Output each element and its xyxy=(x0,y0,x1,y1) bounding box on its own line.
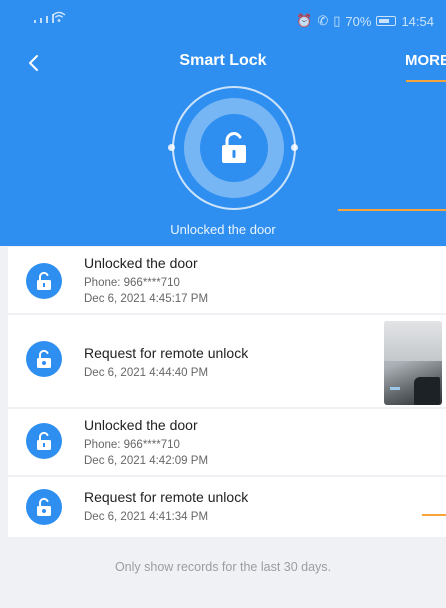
wifi-icon xyxy=(52,11,66,26)
signal-icon xyxy=(34,14,54,23)
visitor-photo-thumbnail[interactable] xyxy=(384,321,442,405)
ring-dot-left xyxy=(168,144,175,151)
call-icon: ✆ xyxy=(317,13,329,28)
header: ⏰ ✆ ▯ 70% 14:54 Smart Lock MORE Unlocked… xyxy=(0,0,446,246)
ring-dot-right xyxy=(291,144,298,151)
lock-button[interactable] xyxy=(200,114,268,182)
more-underline xyxy=(406,80,446,82)
alarm-icon: ⏰ xyxy=(296,13,313,28)
vibrate-icon: ▯ xyxy=(333,13,341,28)
record-title: Unlocked the door xyxy=(84,255,198,271)
record-time: Dec 6, 2021 4:42:09 PM xyxy=(84,455,209,467)
unlocked-padlock-icon xyxy=(26,423,62,459)
unlocked-padlock-icon xyxy=(222,132,246,163)
accent-line xyxy=(338,209,446,211)
remote-unlock-icon xyxy=(26,341,62,377)
page-gutter xyxy=(0,246,8,608)
record-phone: Phone: 966****710 xyxy=(84,439,180,451)
more-button[interactable]: MORE xyxy=(405,52,446,69)
page-title: Smart Lock xyxy=(179,52,267,69)
record-title: Request for remote unlock xyxy=(84,489,249,505)
record-title: Unlocked the door xyxy=(84,417,198,433)
record-row[interactable]: Request for remote unlock Dec 6, 2021 4:… xyxy=(8,315,446,407)
lock-status-text: Unlocked the door xyxy=(170,222,276,237)
record-row[interactable]: Unlocked the door Phone: 966****710 Dec … xyxy=(8,247,446,313)
records-retention-note: Only show records for the last 30 days. xyxy=(114,560,332,574)
battery-icon xyxy=(376,16,397,26)
record-title: Request for remote unlock xyxy=(84,345,249,361)
record-time: Dec 6, 2021 4:44:40 PM xyxy=(84,367,209,379)
unlocked-padlock-icon xyxy=(26,263,62,299)
record-row[interactable]: Request for remote unlock Dec 6, 2021 4:… xyxy=(8,477,446,537)
remote-unlock-icon xyxy=(26,489,62,525)
battery-percent: 70% xyxy=(345,13,372,29)
status-bar: ⏰ ✆ ▯ 70% 14:54 xyxy=(0,0,446,40)
record-time: Dec 6, 2021 4:41:34 PM xyxy=(84,511,209,523)
record-phone: Phone: 966****710 xyxy=(84,277,180,289)
record-time: Dec 6, 2021 4:45:17 PM xyxy=(84,293,209,305)
record-row[interactable]: Unlocked the door Phone: 966****710 Dec … xyxy=(8,409,446,475)
clock-time: 14:54 xyxy=(401,13,434,29)
accent-line xyxy=(422,514,446,516)
